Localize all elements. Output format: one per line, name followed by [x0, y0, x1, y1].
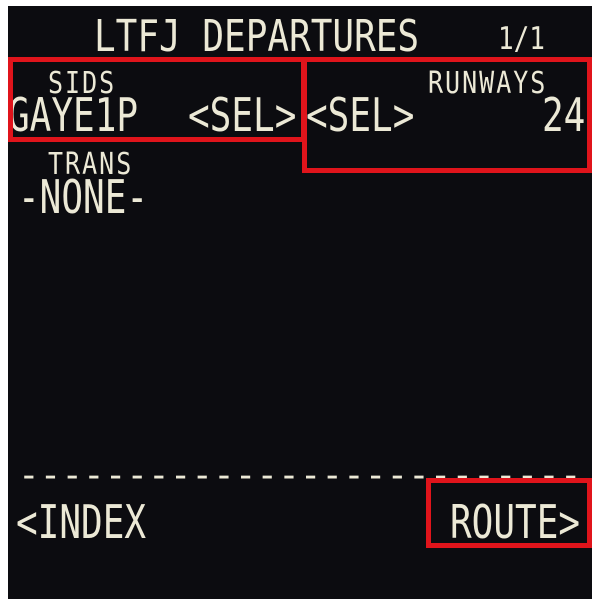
route-button[interactable]: ROUTE>	[450, 500, 580, 547]
transition-none[interactable]: -NONE-	[18, 175, 148, 222]
page-number: 1/1	[498, 21, 545, 58]
runway-select-button[interactable]: <SEL>	[306, 93, 414, 140]
fmc-display: LTFJ DEPARTURES 1/1 SIDS GAYE1P <SEL> RU…	[8, 6, 592, 599]
sid-select-button[interactable]: <SEL>	[188, 93, 296, 140]
separator-line: --------------------------	[18, 458, 582, 494]
runways-label: RUNWAYS	[428, 65, 548, 101]
sid-gaye1p[interactable]: GAYE1P	[8, 93, 138, 140]
page-title: LTFJ DEPARTURES	[94, 12, 420, 62]
runway-24[interactable]: 24	[542, 93, 585, 140]
index-button[interactable]: <INDEX	[16, 500, 146, 547]
